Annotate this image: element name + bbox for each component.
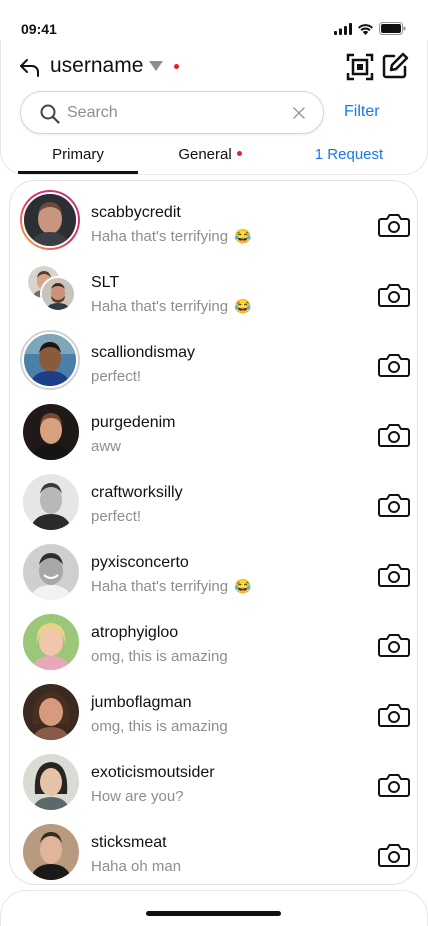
- chat-preview-text: aww: [91, 438, 122, 455]
- chat-name: pyxisconcerto: [91, 554, 189, 571]
- chat-emoji: 😂: [234, 298, 252, 314]
- chat-name: exoticismoutsider: [91, 764, 215, 781]
- chat-preview: Haha that's terrifying 😂: [91, 228, 252, 245]
- avatar: [23, 404, 79, 460]
- avatar: [23, 614, 79, 670]
- chat-row-sticksmeat[interactable]: sticksmeat Haha oh man: [10, 816, 417, 884]
- camera-icon[interactable]: [378, 563, 410, 587]
- compose-icon[interactable]: [381, 52, 409, 80]
- wifi-icon: [358, 23, 373, 35]
- chat-name: sticksmeat: [91, 834, 167, 851]
- chat-row-slt[interactable]: SLT Haha that's terrifying 😂: [10, 256, 417, 326]
- chat-preview-text: Haha that's terrifying: [91, 298, 229, 315]
- chat-name: SLT: [91, 274, 120, 291]
- chat-preview-text: How are you?: [91, 788, 184, 805]
- tab-requests[interactable]: 1 Request: [290, 146, 408, 174]
- chat-name: scabbycredit: [91, 204, 181, 221]
- camera-icon[interactable]: [378, 493, 410, 517]
- chat-row-exoticismoutsider[interactable]: exoticismoutsider How are you?: [10, 746, 417, 816]
- avatar: [22, 192, 78, 248]
- chat-preview: aww: [91, 438, 121, 455]
- status-icons: [334, 22, 406, 35]
- tab-primary-label: Primary: [52, 146, 104, 163]
- tab-active-indicator: [18, 171, 138, 174]
- avatar: [23, 684, 79, 740]
- back-icon[interactable]: [18, 56, 40, 78]
- status-time: 09:41: [21, 21, 57, 37]
- search-bar[interactable]: [20, 91, 324, 134]
- avatar: [23, 474, 79, 530]
- avatar: [24, 334, 76, 386]
- chat-row-pyxisconcerto[interactable]: pyxisconcerto Haha that's terrifying 😂: [10, 536, 417, 606]
- chat-row-scabbycredit[interactable]: scabbycredit Haha that's terrifying 😂: [10, 186, 417, 256]
- camera-icon[interactable]: [378, 703, 410, 727]
- chat-preview-text: omg, this is amazing: [91, 648, 228, 665]
- chat-row-craftworksilly[interactable]: craftworksilly perfect!: [10, 466, 417, 536]
- camera-icon[interactable]: [378, 423, 410, 447]
- camera-icon[interactable]: [378, 283, 410, 307]
- tab-general-label: General: [178, 146, 232, 163]
- chat-name: craftworksilly: [91, 484, 183, 501]
- chat-preview-text: perfect!: [91, 508, 142, 525]
- tab-general[interactable]: General: [150, 146, 270, 174]
- camera-icon[interactable]: [378, 353, 410, 377]
- tab-bar: Primary General 1 Request: [0, 146, 428, 176]
- notification-dot: [174, 64, 179, 69]
- chat-emoji: 😂: [234, 228, 252, 244]
- camera-icon[interactable]: [378, 843, 410, 867]
- username-title[interactable]: username: [50, 54, 143, 78]
- camera-icon[interactable]: [378, 213, 410, 237]
- chat-emoji: 😂: [234, 578, 252, 594]
- chat-preview-text: Haha that's terrifying: [91, 228, 229, 245]
- tab-general-dot: [236, 151, 242, 157]
- chat-preview: Haha that's terrifying 😂: [91, 298, 252, 315]
- header: username: [0, 48, 428, 86]
- clear-icon[interactable]: [292, 106, 306, 120]
- chat-preview: Haha that's terrifying 😂: [91, 578, 252, 595]
- chat-name: purgedenim: [91, 414, 176, 431]
- avatar: [23, 754, 79, 810]
- group-avatar-member-2: [40, 276, 76, 312]
- status-bar: 09:41: [0, 0, 428, 44]
- chat-preview-text: Haha oh man: [91, 858, 182, 875]
- chat-preview: perfect!: [91, 508, 141, 525]
- avatar: [23, 824, 79, 880]
- chat-row-purgedenim[interactable]: purgedenim aww: [10, 396, 417, 466]
- chat-row-jumboflagman[interactable]: jumboflagman omg, this is amazing: [10, 676, 417, 746]
- chat-preview-text: Haha that's terrifying: [91, 578, 229, 595]
- camera-icon[interactable]: [378, 633, 410, 657]
- chat-preview: omg, this is amazing: [91, 648, 228, 665]
- chat-preview-text: omg, this is amazing: [91, 718, 228, 735]
- qr-scan-icon[interactable]: [346, 53, 374, 81]
- chat-preview: How are you?: [91, 788, 184, 805]
- group-avatar: [24, 264, 80, 320]
- chat-name: jumboflagman: [91, 694, 192, 711]
- camera-icon[interactable]: [378, 773, 410, 797]
- chat-name: atrophyigloo: [91, 624, 179, 641]
- avatar-seen-ring: [20, 330, 80, 390]
- tab-primary[interactable]: Primary: [18, 146, 138, 174]
- bottom-sheet: [0, 890, 428, 926]
- search-input[interactable]: [67, 101, 287, 125]
- cellular-signal-icon: [334, 22, 352, 35]
- chat-row-atrophyigloo[interactable]: atrophyigloo omg, this is amazing: [10, 606, 417, 676]
- chat-list: scabbycredit Haha that's terrifying 😂 SL…: [9, 180, 418, 885]
- tab-requests-label: 1 Request: [314, 146, 384, 163]
- caret-down-icon[interactable]: [148, 60, 164, 72]
- avatar-story-ring: [20, 190, 80, 250]
- chat-preview: perfect!: [91, 368, 141, 385]
- battery-icon: [379, 22, 406, 35]
- home-indicator[interactable]: [146, 911, 281, 916]
- chat-preview-text: perfect!: [91, 368, 142, 385]
- chat-preview: Haha oh man: [91, 858, 181, 875]
- filter-button[interactable]: Filter: [344, 103, 380, 121]
- chat-row-scalliondismay[interactable]: scalliondismay perfect!: [10, 326, 417, 396]
- avatar-portrait: [24, 194, 76, 246]
- avatar: [23, 544, 79, 600]
- chat-name: scalliondismay: [91, 344, 196, 361]
- search-icon: [40, 104, 60, 124]
- chat-preview: omg, this is amazing: [91, 718, 228, 735]
